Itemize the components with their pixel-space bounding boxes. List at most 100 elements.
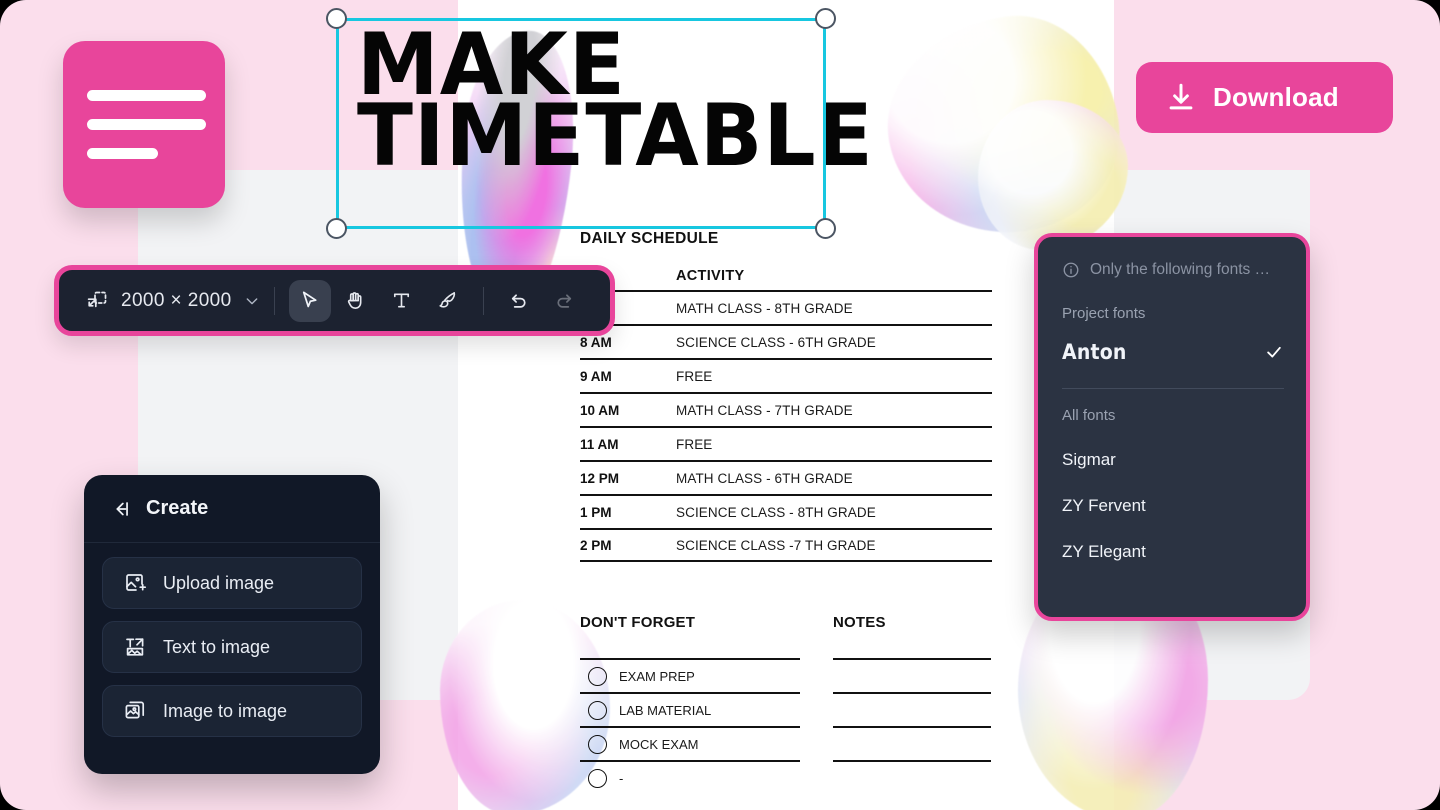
all-fonts-list[interactable]: Sigmar ZY Fervent ZY Elegant	[1062, 450, 1284, 562]
create-item-label: Image to image	[163, 700, 288, 721]
fonts-panel[interactable]: Only the following fonts … Project fonts…	[1034, 233, 1310, 621]
create-panel[interactable]: Create Upload image Text to image Image to…	[84, 475, 380, 774]
font-name: ZY Elegant	[1062, 542, 1146, 561]
notes-lines[interactable]	[833, 658, 991, 794]
selection-box[interactable]	[326, 8, 836, 239]
table-row[interactable]: 10 AM MATH CLASS - 7TH GRADE	[580, 392, 992, 426]
checklist-label: LAB MATERIAL	[619, 702, 712, 718]
schedule-table[interactable]: ACTIVITY MATH CLASS - 8TH GRADE 8 AM SCIEN…	[580, 268, 992, 562]
canvas-toolbar[interactable]: 2000 × 2000	[54, 265, 615, 336]
checkbox-circle-icon[interactable]	[588, 734, 607, 754]
toolbar-tools[interactable]	[288, 279, 469, 322]
table-row[interactable]: MATH CLASS - 8TH GRADE	[580, 290, 992, 324]
font-item-zy-elegant[interactable]: ZY Elegant	[1062, 542, 1284, 562]
selection-handle-bottom-right[interactable]	[815, 218, 836, 239]
note-line[interactable]	[833, 692, 991, 726]
pan-tool[interactable]	[335, 280, 377, 322]
schedule-time: 8 AM	[580, 334, 612, 350]
list-item[interactable]: LAB MATERIAL	[580, 692, 800, 726]
checkbox-circle-icon[interactable]	[588, 666, 607, 686]
schedule-time: 9 AM	[580, 368, 612, 384]
selection-handle-bottom-left[interactable]	[326, 218, 347, 239]
text-line-2	[87, 119, 206, 130]
toolbar-divider-1	[273, 286, 275, 315]
select-tool[interactable]	[288, 279, 331, 322]
chevron-down-icon[interactable]	[244, 293, 260, 309]
text-line-1	[87, 90, 206, 101]
text-line-3	[87, 148, 158, 159]
download-label: Download	[1213, 82, 1339, 112]
font-name: ZY Fervent	[1062, 496, 1146, 515]
table-row[interactable]: 12 PM MATH CLASS - 6TH GRADE	[580, 460, 992, 494]
schedule-col-activity-header: ACTIVITY	[676, 268, 745, 284]
create-item-upload-image[interactable]: Upload image	[102, 557, 362, 609]
font-item-sigmar[interactable]: Sigmar	[1062, 450, 1284, 470]
note-line[interactable]	[833, 658, 991, 692]
list-item[interactable]: EXAM PREP	[580, 658, 800, 692]
schedule-activity: FREE	[676, 436, 713, 452]
upload-image-icon	[123, 571, 147, 595]
create-panel-title: Create	[146, 497, 209, 519]
fonts-panel-divider	[1062, 388, 1284, 389]
image-to-image-icon	[123, 699, 147, 723]
font-item-zy-fervent[interactable]: ZY Fervent	[1062, 496, 1284, 516]
table-row[interactable]: 1 PM SCIENCE CLASS - 8TH GRADE	[580, 494, 992, 528]
schedule-activity: FREE	[676, 368, 713, 384]
checkbox-circle-icon[interactable]	[588, 700, 607, 720]
font-name: Anton	[1062, 340, 1127, 364]
schedule-activity: MATH CLASS - 6TH GRADE	[676, 470, 853, 486]
create-item-text-to-image[interactable]: Text to image	[102, 621, 362, 673]
list-item[interactable]: -	[580, 760, 800, 794]
schedule-time: 2 PM	[580, 537, 612, 553]
project-fonts-label: Project fonts	[1062, 305, 1146, 322]
checklist-label: MOCK EXAM	[619, 736, 699, 752]
redo-button[interactable]	[544, 280, 586, 322]
text-to-image-icon	[123, 635, 147, 659]
create-item-label: Upload image	[163, 572, 275, 593]
canvas-size-selector[interactable]: 2000 × 2000	[85, 289, 260, 313]
schedule-table-header: ACTIVITY	[580, 268, 992, 290]
collapse-panel-left-icon[interactable]	[110, 498, 132, 520]
notes-heading: NOTES	[833, 614, 886, 631]
schedule-activity: SCIENCE CLASS - 8TH GRADE	[676, 504, 876, 520]
create-item-label: Text to image	[163, 636, 271, 657]
selection-handle-top-right[interactable]	[815, 8, 836, 29]
checklist-label: -	[619, 770, 624, 786]
create-panel-header: Create	[84, 475, 380, 543]
fonts-notice: Only the following fonts …	[1062, 261, 1284, 279]
check-icon	[1264, 342, 1284, 362]
dont-forget-heading: DON'T FORGET	[580, 614, 696, 631]
list-item[interactable]: MOCK EXAM	[580, 726, 800, 760]
text-tool[interactable]	[381, 280, 423, 322]
create-item-image-to-image[interactable]: Image to image	[102, 685, 362, 737]
dont-forget-checklist[interactable]: EXAM PREP LAB MATERIAL MOCK EXAM -	[580, 658, 800, 794]
toolbar-history[interactable]	[498, 280, 586, 322]
text-lines-icon[interactable]	[63, 41, 225, 208]
iridescent-blob-top-right-2	[978, 100, 1128, 250]
all-fonts-label: All fonts	[1062, 407, 1116, 424]
schedule-activity: MATH CLASS - 7TH GRADE	[676, 402, 853, 418]
selection-handle-top-left[interactable]	[326, 8, 347, 29]
app-root: MAKE TIMETABLE DAILY SCHEDULE ACTIVITY M…	[0, 0, 1440, 810]
daily-schedule-heading: DAILY SCHEDULE	[580, 230, 719, 247]
create-panel-items[interactable]: Upload image Text to image Image to image	[84, 543, 380, 751]
schedule-time: 1 PM	[580, 504, 612, 520]
font-item-anton[interactable]: Anton	[1062, 340, 1284, 364]
toolbar-divider-2	[482, 286, 484, 315]
schedule-time: 12 PM	[580, 470, 620, 486]
note-line[interactable]	[833, 760, 991, 794]
table-row[interactable]: 8 AM SCIENCE CLASS - 6TH GRADE	[580, 324, 992, 358]
table-row[interactable]: 9 AM FREE	[580, 358, 992, 392]
checklist-label: EXAM PREP	[619, 668, 695, 684]
download-icon	[1164, 81, 1198, 115]
checkbox-circle-icon[interactable]	[588, 768, 607, 788]
undo-button[interactable]	[498, 280, 540, 322]
table-row[interactable]: 11 AM FREE	[580, 426, 992, 460]
fonts-notice-text: Only the following fonts …	[1090, 261, 1271, 278]
schedule-time: 11 AM	[580, 436, 619, 452]
schedule-activity: MATH CLASS - 8TH GRADE	[676, 300, 853, 316]
table-row[interactable]: 2 PM SCIENCE CLASS -7 TH GRADE	[580, 528, 992, 562]
note-line[interactable]	[833, 726, 991, 760]
download-button[interactable]: Download	[1136, 62, 1393, 133]
brush-tool[interactable]	[427, 280, 469, 322]
